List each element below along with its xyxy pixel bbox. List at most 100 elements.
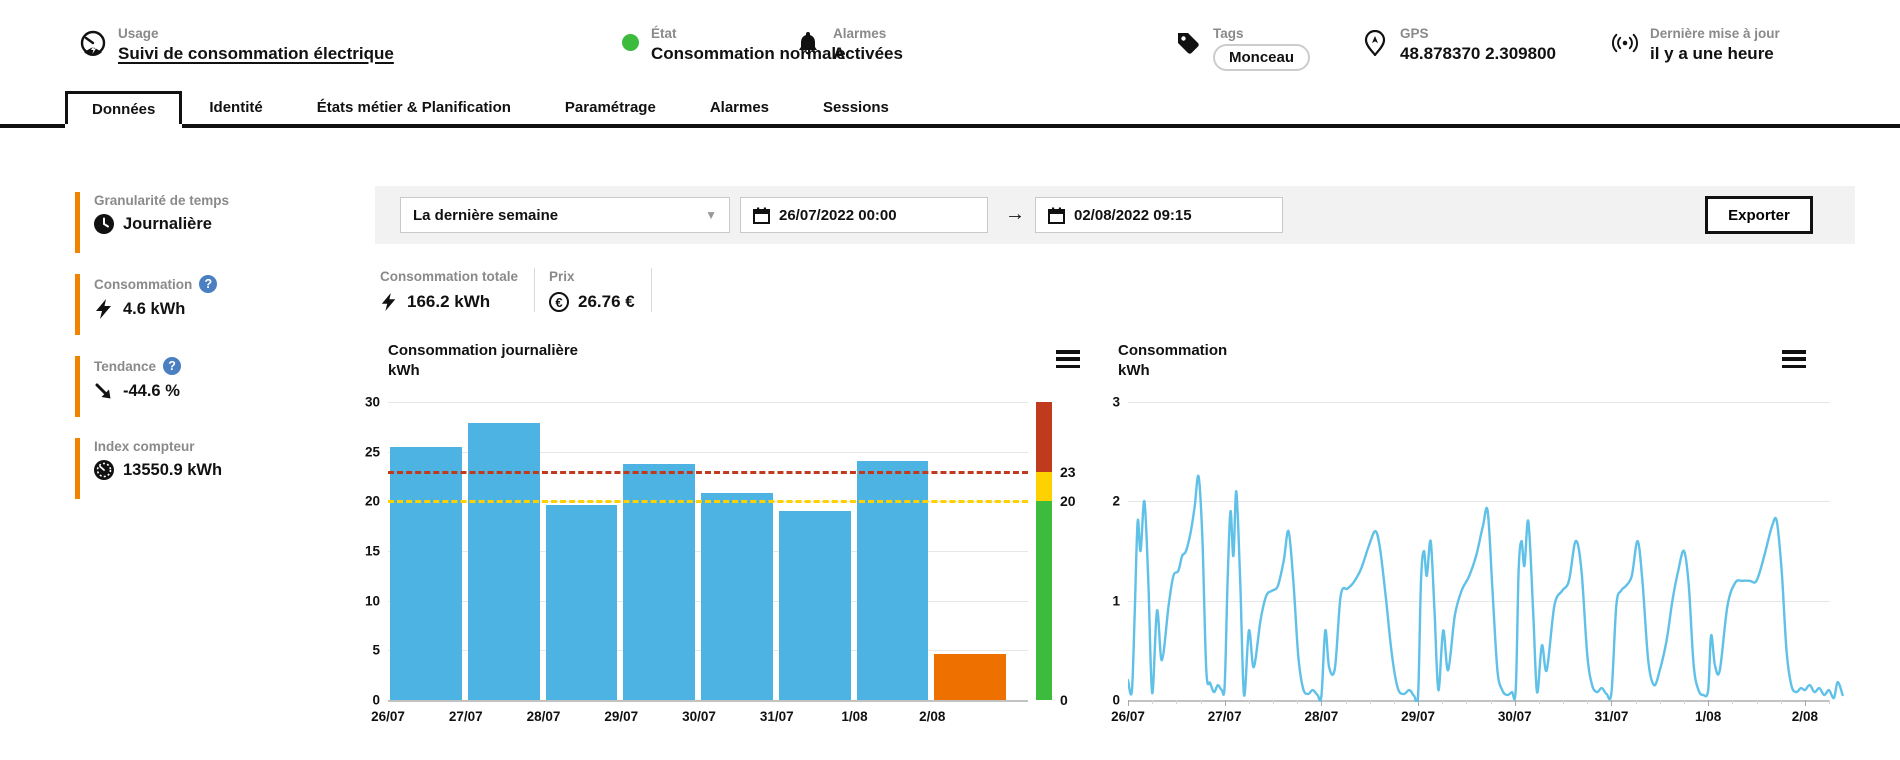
tag-chip: Monceau (1213, 44, 1310, 71)
y-axis-label: 0 (346, 693, 380, 708)
period-select-value: La dernière semaine (413, 207, 558, 224)
help-icon[interactable]: ? (163, 357, 181, 375)
tab-donnees[interactable]: Données (65, 91, 182, 124)
tab-alarmes[interactable]: Alarmes (683, 91, 796, 124)
y-axis-label: 30 (346, 395, 380, 410)
y-axis-label: 2 (1090, 494, 1120, 509)
consumption-line (1128, 400, 1846, 702)
gauge-icon (80, 30, 106, 56)
x-axis-label: 31/07 (760, 709, 794, 724)
x-axis-label: 30/07 (1498, 709, 1532, 724)
alarms-value: Activées (833, 44, 903, 64)
kpi-meter-index: Index compteur 13550.9 kWh (75, 438, 365, 499)
y-axis-label: 0 (1090, 693, 1120, 708)
bar (779, 511, 851, 700)
euro-icon: € (549, 292, 569, 312)
status-dot-icon (622, 34, 639, 51)
tab-identite[interactable]: Identité (182, 91, 289, 124)
kpi-granularity-value: Journalière (123, 215, 212, 234)
total-price-label: Prix (549, 269, 575, 284)
export-button[interactable]: Exporter (1705, 196, 1813, 234)
kpi-trend: Tendance ? -44.6 % (75, 356, 365, 417)
bar (546, 505, 618, 700)
gridline (388, 402, 1028, 403)
total-consumption-label: Consommation totale (380, 269, 518, 284)
x-axis-label: 28/07 (1304, 709, 1338, 724)
y-axis-label: 1 (1090, 593, 1120, 608)
gps-label: GPS (1400, 26, 1556, 41)
gps-block: GPS 48.878370 2.309800 (1362, 26, 1556, 64)
bar (623, 464, 695, 700)
usage-block: Usage Suivi de consommation électrique (80, 26, 394, 64)
x-axis-label: 28/07 (527, 709, 561, 724)
tags-block: Tags Monceau (1175, 26, 1310, 71)
usage-label: Usage (118, 26, 394, 41)
date-from-input[interactable]: 26/07/2022 00:00 (740, 197, 988, 233)
threshold-scale-zone (1036, 501, 1052, 700)
x-axis-label: 2/08 (1792, 709, 1818, 724)
bar (857, 461, 929, 700)
x-axis-label: 26/07 (1111, 709, 1145, 724)
calendar-icon (753, 207, 770, 224)
x-axis-label: 27/07 (1208, 709, 1242, 724)
x-axis-label: 31/07 (1595, 709, 1629, 724)
help-icon[interactable]: ? (199, 275, 217, 293)
x-axis-label: 29/07 (604, 709, 638, 724)
last-update-block: Dernière mise à jour il y a une heure (1612, 26, 1780, 64)
threshold-scale-label: 0 (1060, 692, 1068, 708)
y-axis-label: 20 (346, 494, 380, 509)
date-from-value: 26/07/2022 00:00 (779, 207, 897, 224)
daily-consumption-chart-panel: Consommation journalière kWh 05101520253… (380, 340, 1092, 745)
total-consumption-value: 166.2 kWh (407, 292, 490, 312)
x-axis-label: 2/08 (919, 709, 945, 724)
x-axis-label: 29/07 (1401, 709, 1435, 724)
tab-parametrage[interactable]: Paramétrage (538, 91, 683, 124)
bell-icon (795, 30, 821, 56)
antenna-icon (1612, 30, 1638, 56)
kpi-consumption-label: Consommation (94, 277, 192, 292)
date-to-input[interactable]: 02/08/2022 09:15 (1035, 197, 1283, 233)
calendar-icon (1048, 207, 1065, 224)
meter-icon (94, 460, 114, 480)
kpi-trend-label: Tendance (94, 359, 156, 374)
gridline (388, 700, 1028, 702)
bar-chart-plot: 05101520253026/0727/0728/0729/0730/0731/… (380, 340, 1092, 745)
period-select[interactable]: La dernière semaine ▼ (400, 197, 730, 233)
y-axis-label: 15 (346, 544, 380, 559)
y-axis-label: 10 (346, 593, 380, 608)
x-axis-label: 30/07 (682, 709, 716, 724)
clock-icon (94, 214, 114, 234)
date-to-value: 02/08/2022 09:15 (1074, 207, 1192, 224)
line-chart-plot: 012326/0727/0728/0729/0730/0731/071/082/… (1110, 340, 1850, 745)
y-axis-label: 5 (346, 643, 380, 658)
y-axis-label: 25 (346, 444, 380, 459)
last-update-label: Dernière mise à jour (1650, 26, 1780, 41)
tags-label: Tags (1213, 26, 1310, 41)
total-consumption: Consommation totale 166.2 kWh (380, 268, 535, 312)
kpi-consumption-value: 4.6 kWh (123, 300, 185, 319)
total-price: Prix € 26.76 € (535, 268, 652, 312)
x-axis-label: 26/07 (371, 709, 405, 724)
alarms-block: Alarmes Activées (795, 26, 903, 64)
x-axis-label: 1/08 (841, 709, 867, 724)
alarms-label: Alarmes (833, 26, 903, 41)
kpi-sidebar: Granularité de temps Journalière Consomm… (75, 192, 365, 499)
tag-icon (1175, 30, 1201, 56)
x-axis-label: 1/08 (1695, 709, 1721, 724)
bar (934, 654, 1006, 700)
range-arrow-icon: → (1005, 203, 1025, 226)
threshold-scale-label: 20 (1060, 493, 1076, 509)
map-pin-icon (1362, 30, 1388, 56)
usage-value-link[interactable]: Suivi de consommation électrique (118, 44, 394, 64)
consumption-curve-panel: Consommation kWh 012326/0727/0728/0729/0… (1110, 340, 1850, 745)
threshold-scale-zone (1036, 402, 1052, 472)
chevron-down-icon: ▼ (705, 208, 717, 222)
tab-sessions[interactable]: Sessions (796, 91, 916, 124)
tab-etats-metier-planification[interactable]: États métier & Planification (290, 91, 538, 124)
kpi-meter-index-value: 13550.9 kWh (123, 461, 222, 480)
threshold-scale-label: 23 (1060, 464, 1076, 480)
kpi-granularity-label: Granularité de temps (94, 193, 229, 208)
x-axis-label: 27/07 (449, 709, 483, 724)
kpi-granularity: Granularité de temps Journalière (75, 192, 365, 253)
bolt-icon (94, 299, 114, 319)
